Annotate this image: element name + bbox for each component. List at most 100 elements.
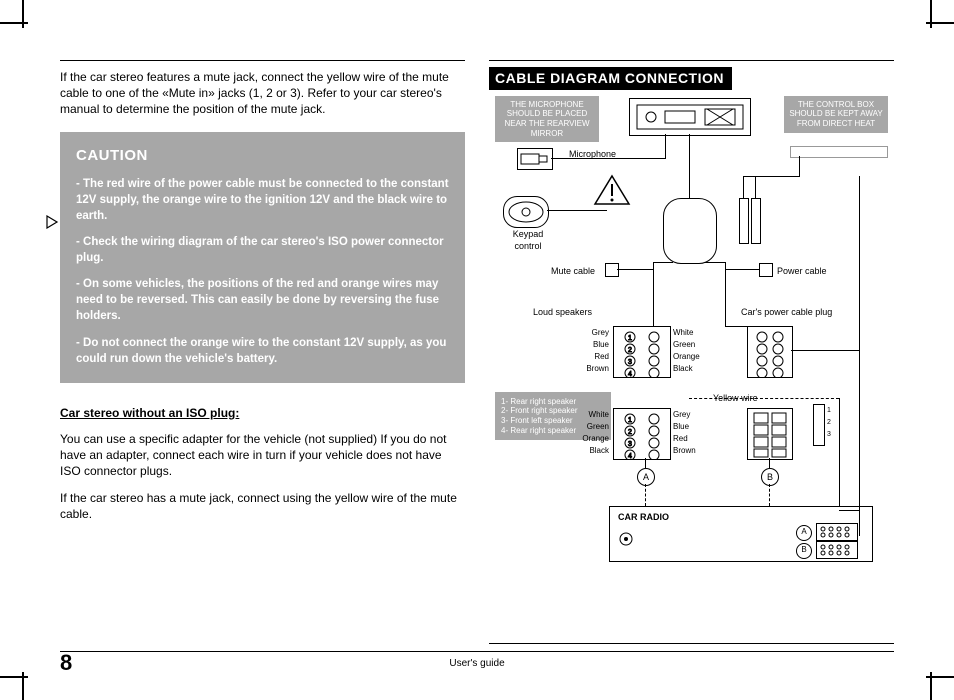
- pin-label: Grey: [573, 328, 609, 339]
- wire: [859, 176, 860, 536]
- dial-icon: [618, 531, 634, 547]
- svg-text:4: 4: [628, 453, 632, 459]
- wire: [653, 262, 673, 263]
- legend-item: 1- Rear right speaker: [501, 397, 605, 407]
- label-power-cable: Power cable: [777, 265, 827, 277]
- section-heading: CABLE DIAGRAM CONNECTION: [489, 67, 894, 90]
- pin-label: Orange: [673, 352, 700, 363]
- wire: [755, 176, 756, 198]
- section-title: CABLE DIAGRAM CONNECTION: [489, 67, 732, 90]
- pin-label: Black: [673, 364, 693, 375]
- label-car-power-plug: Car's power cable plug: [741, 306, 832, 318]
- wire: [769, 458, 770, 468]
- content-spread: If the car stereo features a mute jack, …: [60, 60, 894, 650]
- crop-mark: [0, 676, 28, 678]
- wire: [645, 458, 646, 468]
- pin-label: Grey: [673, 410, 690, 421]
- car-radio-box: CAR RADIO A B: [609, 506, 873, 562]
- left-column: If the car stereo features a mute jack, …: [60, 60, 465, 650]
- pin-label: Brown: [673, 446, 696, 457]
- wire: [725, 298, 726, 326]
- mute-jack-block: [813, 404, 825, 446]
- wire: [705, 262, 725, 263]
- connector-b: [747, 326, 793, 378]
- intro-paragraph: If the car stereo features a mute jack, …: [60, 69, 465, 118]
- wire: [799, 156, 800, 177]
- label-car-radio: CAR RADIO: [618, 511, 669, 523]
- pin-label: Blue: [573, 340, 609, 351]
- wire: [653, 262, 654, 298]
- label-keypad: Keypad control: [503, 228, 553, 252]
- svg-text:1: 1: [628, 335, 632, 342]
- mute-jack-icon: [605, 263, 619, 277]
- mute-num: 3: [827, 430, 831, 439]
- caution-item: - Do not connect the orange wire to the …: [76, 335, 449, 367]
- splitter-icon: [663, 198, 717, 264]
- iso-port: [816, 541, 858, 559]
- wire: [839, 510, 859, 511]
- wire-dashed: [769, 484, 771, 506]
- port-a: A: [796, 525, 812, 541]
- power-jack-icon: [759, 263, 773, 277]
- wire: [725, 326, 747, 327]
- fuse-icon: [739, 198, 749, 244]
- svg-text:3: 3: [628, 359, 632, 366]
- arrow-right-icon: [46, 215, 60, 229]
- page-number: 8: [60, 650, 72, 676]
- pin-label: Orange: [569, 434, 609, 445]
- wire: [743, 176, 799, 177]
- pin-label: Brown: [573, 364, 609, 375]
- page-footer: 8 User's guide: [60, 650, 894, 676]
- page: If the car stereo features a mute jack, …: [0, 0, 954, 700]
- pin-label: White: [673, 328, 693, 339]
- pin-label: Green: [673, 340, 695, 351]
- column-rule: [489, 643, 894, 644]
- decorative-box: [790, 146, 888, 158]
- wire-dashed: [689, 398, 839, 400]
- svg-text:1: 1: [628, 417, 632, 424]
- pin-label: Red: [673, 434, 688, 445]
- wire: [689, 134, 690, 198]
- mute-num: 1: [827, 406, 831, 415]
- wire: [839, 398, 840, 510]
- label-loudspeakers: Loud speakers: [533, 306, 592, 318]
- body-paragraph: If the car stereo has a mute jack, conne…: [60, 490, 465, 522]
- right-column: CABLE DIAGRAM CONNECTION THE MICROPHONE …: [489, 60, 894, 650]
- svg-text:3: 3: [628, 441, 632, 448]
- fuse-icon: [751, 198, 761, 244]
- wire: [617, 269, 653, 270]
- caution-item: - The red wire of the power cable must b…: [76, 176, 449, 224]
- body-paragraph: You can use a specific adapter for the v…: [60, 431, 465, 480]
- mute-num: 2: [827, 418, 831, 427]
- wire: [725, 269, 759, 270]
- wire: [725, 262, 726, 298]
- pin-label: Green: [569, 422, 609, 433]
- caution-item: - On some vehicles, the positions of the…: [76, 276, 449, 324]
- wire-dashed: [645, 484, 647, 506]
- port-b: B: [796, 543, 812, 559]
- wire: [653, 298, 654, 326]
- control-box-icon: [629, 98, 751, 136]
- wire: [551, 158, 666, 159]
- note-microphone: THE MICROPHONE SHOULD BE PLACED NEAR THE…: [495, 96, 599, 142]
- microphone-icon: [517, 148, 553, 170]
- caution-title: CAUTION: [76, 146, 449, 166]
- subheading: Car stereo without an ISO plug:: [60, 405, 465, 421]
- wire: [665, 134, 666, 159]
- crop-mark: [0, 22, 28, 24]
- pin-label: Red: [573, 352, 609, 363]
- cable-diagram: THE MICROPHONE SHOULD BE PLACED NEAR THE…: [489, 90, 894, 580]
- caution-box: CAUTION - The red wire of the power cabl…: [60, 132, 465, 383]
- svg-text:2: 2: [628, 429, 632, 436]
- svg-text:4: 4: [628, 371, 632, 377]
- wire: [743, 176, 744, 198]
- connector-lower-b: [747, 408, 793, 460]
- pin-label: Blue: [673, 422, 689, 433]
- connector-lower-a: 1 2 3 4: [613, 408, 671, 460]
- crop-mark: [926, 22, 954, 24]
- warning-icon: [593, 174, 631, 212]
- pin-label: White: [569, 410, 609, 421]
- label-mute-cable: Mute cable: [551, 265, 595, 277]
- caution-item: - Check the wiring diagram of the car st…: [76, 234, 449, 266]
- crop-mark: [926, 676, 954, 678]
